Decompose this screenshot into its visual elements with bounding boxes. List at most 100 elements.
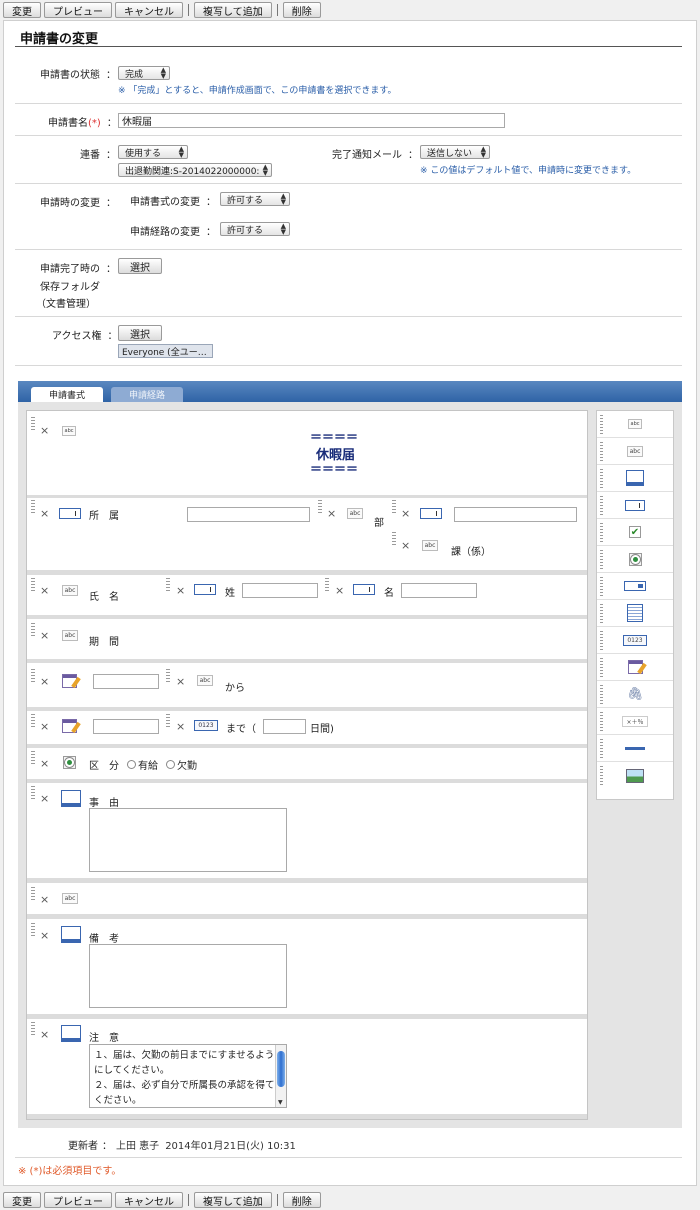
delete-icon[interactable]: × (176, 675, 185, 688)
tab-route[interactable]: 申請経路 (111, 387, 183, 402)
palette-line-item[interactable] (597, 735, 673, 762)
delete-icon[interactable]: × (176, 720, 185, 733)
drag-handle[interactable] (31, 623, 35, 637)
number-icon: 0123 (194, 720, 218, 731)
change-button[interactable]: 変更 (3, 2, 41, 18)
tab-form[interactable]: 申請書式 (31, 387, 103, 402)
status-select[interactable]: 完成 ▲ ▼ (118, 66, 170, 80)
folder-label-1: 申請完了時の： (40, 264, 116, 275)
drag-handle[interactable] (31, 887, 35, 901)
delete-icon[interactable]: × (40, 675, 49, 688)
delete-icon[interactable]: × (40, 424, 49, 437)
drag-handle[interactable] (31, 1022, 35, 1036)
divider (15, 365, 682, 366)
caution-scrollbar[interactable]: ▼ (275, 1045, 286, 1107)
drag-handle[interactable] (392, 500, 396, 514)
line-icon (625, 746, 645, 750)
delete-icon[interactable]: × (401, 539, 410, 552)
title-deco-top: ＝＝＝＝ (310, 430, 359, 444)
palette-calc-item[interactable]: ×＋％ (597, 708, 673, 735)
serial-label: 連番： (80, 150, 116, 161)
drag-handle[interactable] (318, 500, 322, 514)
surname-input[interactable] (242, 583, 318, 598)
category-label: 区 分 (89, 761, 119, 772)
access-select-button[interactable]: 選択 (118, 325, 162, 341)
drag-handle[interactable] (31, 500, 35, 514)
palette-attachment-item[interactable]: 🖇 (597, 681, 673, 708)
form-name-input[interactable]: 休暇届 (118, 113, 505, 128)
drag-handle[interactable] (31, 578, 35, 592)
status-label: 申請書の状態： (40, 70, 116, 81)
drag-handle[interactable] (31, 751, 35, 765)
copy-add-button[interactable]: 複写して追加 (194, 2, 272, 18)
department-input[interactable] (454, 507, 577, 522)
date-icon (62, 719, 77, 733)
route-change-label: 申請経路の変更： (130, 227, 216, 238)
bottom-toolbar: 変更 プレビュー キャンセル 複写して追加 削除 (0, 1190, 700, 1210)
drag-handle[interactable] (392, 532, 396, 546)
change-button[interactable]: 変更 (3, 1192, 41, 1208)
delete-icon[interactable]: × (40, 929, 49, 942)
serial-select[interactable]: 使用する ▲ ▼ (118, 145, 188, 159)
palette-listbox-item[interactable] (597, 600, 673, 627)
checkbox-icon: ✔ (629, 526, 641, 538)
serial-prefix-select[interactable]: 出退勤関連:S-2014022000000: ▲ ▼ (118, 163, 272, 177)
delete-icon[interactable]: × (40, 893, 49, 906)
palette-textarea-item[interactable] (597, 465, 673, 492)
drag-handle[interactable] (31, 923, 35, 937)
drag-handle[interactable] (166, 714, 170, 728)
affiliation-input[interactable] (187, 507, 310, 522)
reason-textarea[interactable] (89, 808, 287, 872)
route-change-select[interactable]: 許可する ▲ ▼ (220, 222, 290, 236)
copy-add-button[interactable]: 複写して追加 (194, 1192, 272, 1208)
delete-icon[interactable]: × (40, 720, 49, 733)
delete-icon[interactable]: × (40, 1028, 49, 1041)
palette-image-item[interactable] (597, 762, 673, 789)
days-input[interactable] (263, 719, 306, 734)
delete-icon[interactable]: × (40, 629, 49, 642)
to-date-input[interactable] (93, 719, 159, 734)
given-name-input[interactable] (401, 583, 477, 598)
drag-handle[interactable] (166, 578, 170, 592)
palette-dropdown-item[interactable] (597, 573, 673, 600)
caution-textarea[interactable]: １、届は、欠勤の前日までにすませるようにしてください。 ２、届は、必ず自分で所属… (89, 1044, 287, 1108)
form-change-select[interactable]: 許可する ▲ ▼ (220, 192, 290, 206)
delete-icon[interactable]: × (40, 584, 49, 597)
cancel-button[interactable]: キャンセル (115, 2, 183, 18)
radio-absence[interactable]: 欠勤 (166, 757, 197, 772)
access-label: アクセス権： (52, 331, 118, 342)
delete-button[interactable]: 削除 (282, 2, 321, 18)
delete-icon[interactable]: × (176, 584, 185, 597)
period-label: 期 間 (89, 637, 119, 648)
radio-paid[interactable]: 有給 (127, 757, 158, 772)
required-note: ※ (*)は必須項目です。 (18, 1166, 122, 1177)
mail-select[interactable]: 送信しない ▲ ▼ (420, 145, 490, 159)
delete-button[interactable]: 削除 (282, 1192, 321, 1208)
form-row-blank (27, 883, 587, 914)
palette-number-item[interactable]: 0123 (597, 627, 673, 654)
palette-checkbox-item[interactable]: ✔ (597, 519, 673, 546)
drag-handle[interactable] (325, 578, 329, 592)
drag-handle[interactable] (166, 669, 170, 683)
drag-handle[interactable] (31, 786, 35, 800)
delete-icon[interactable]: × (40, 757, 49, 770)
delete-icon[interactable]: × (335, 584, 344, 597)
remarks-textarea[interactable] (89, 944, 287, 1008)
delete-icon[interactable]: × (327, 507, 336, 520)
palette-date-item[interactable] (597, 654, 673, 681)
drag-handle[interactable] (31, 417, 35, 431)
palette-radio-item[interactable] (597, 546, 673, 573)
drag-handle[interactable] (31, 669, 35, 683)
preview-button[interactable]: プレビュー (44, 1192, 112, 1208)
delete-icon[interactable]: × (401, 507, 410, 520)
palette-text-item[interactable]: abc (597, 438, 673, 465)
delete-icon[interactable]: × (40, 792, 49, 805)
delete-icon[interactable]: × (40, 507, 49, 520)
palette-label-item[interactable]: abc (597, 411, 673, 438)
drag-handle[interactable] (31, 714, 35, 728)
cancel-button[interactable]: キャンセル (115, 1192, 183, 1208)
palette-textbox-item[interactable] (597, 492, 673, 519)
preview-button[interactable]: プレビュー (44, 2, 112, 18)
folder-select-button[interactable]: 選択 (118, 258, 162, 274)
from-date-input[interactable] (93, 674, 159, 689)
